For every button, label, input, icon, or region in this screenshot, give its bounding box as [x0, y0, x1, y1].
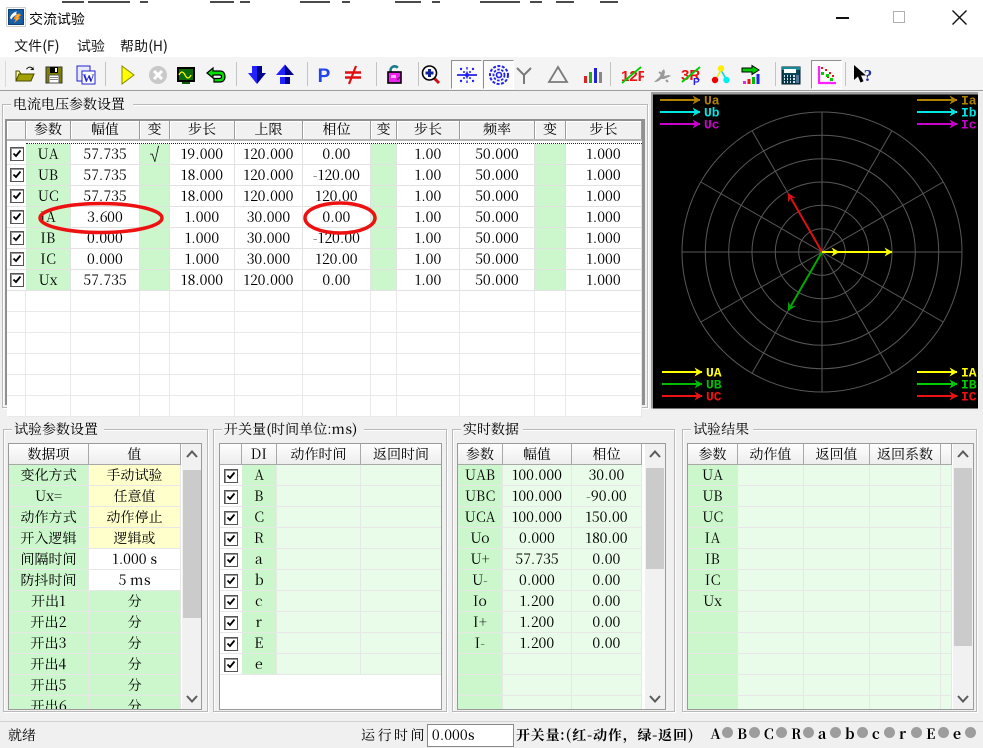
- svg-text:Uc: Uc: [704, 118, 720, 133]
- svg-text:IC: IC: [961, 390, 977, 405]
- svg-text:P: P: [318, 66, 331, 87]
- svg-text:P: P: [693, 77, 700, 87]
- svg-text:W: W: [83, 71, 95, 85]
- svg-text:?: ?: [864, 66, 873, 85]
- svg-text:12P: 12P: [621, 68, 644, 85]
- svg-text:Ic: Ic: [961, 118, 977, 133]
- svg-text:UC: UC: [706, 390, 722, 405]
